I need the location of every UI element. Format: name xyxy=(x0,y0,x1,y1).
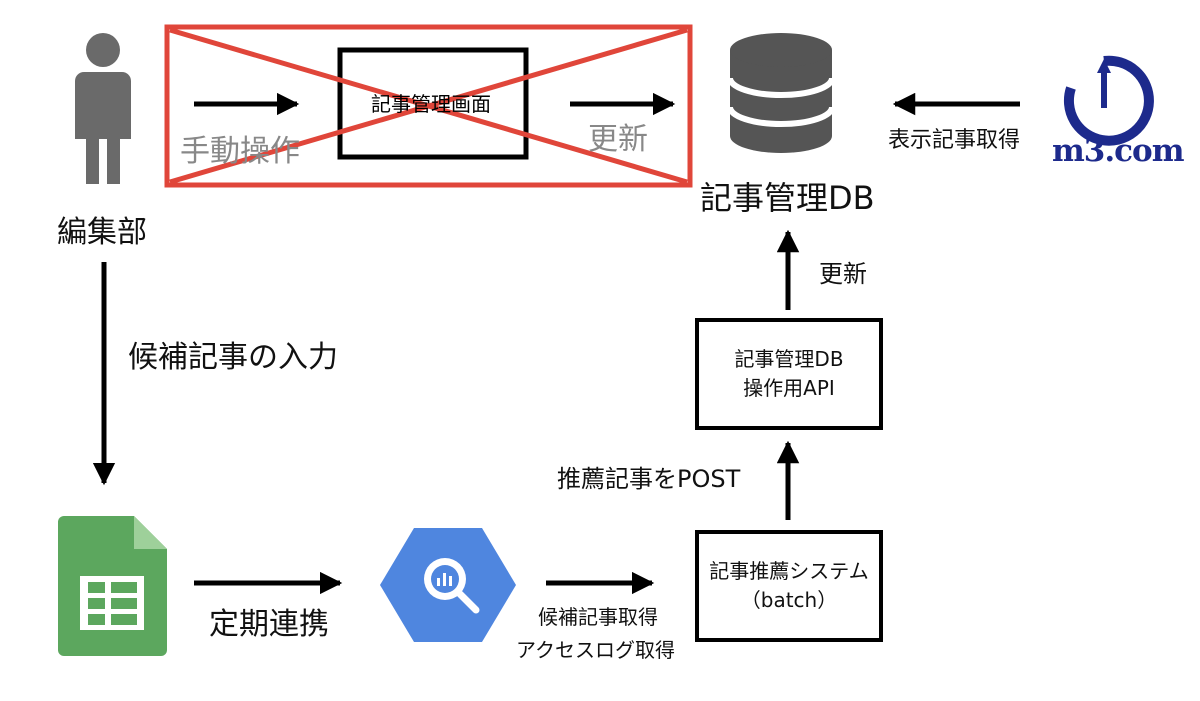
m3-logo-icon xyxy=(1064,55,1154,146)
api-update-label: 更新 xyxy=(819,260,867,288)
person-icon xyxy=(75,33,131,184)
recommender-box-line1: 記事推薦システム xyxy=(709,559,869,583)
m3-logo-text: m3.com xyxy=(1052,133,1185,169)
api-box-line2: 操作用API xyxy=(743,376,835,400)
database-icon xyxy=(727,33,835,153)
candidate-input-label: 候補記事の入力 xyxy=(128,340,338,375)
fetch-candidates-label: 候補記事取得 xyxy=(538,605,658,629)
recommender-box-line2: （batch） xyxy=(740,588,838,612)
bigquery-icon xyxy=(380,528,516,642)
api-box: 記事管理DB 操作用API xyxy=(695,318,883,430)
editor-label: 編集部 xyxy=(57,215,147,250)
recommender-box: 記事推薦システム （batch） xyxy=(695,530,883,642)
database-label: 記事管理DB xyxy=(700,179,875,217)
periodic-sync-label: 定期連携 xyxy=(209,607,329,642)
legacy-update-label: 更新 xyxy=(588,122,648,157)
manual-operation-label: 手動操作 xyxy=(180,134,300,169)
admin-screen-label: 記事管理画面 xyxy=(371,92,491,116)
fetch-access-logs-label: アクセスログ取得 xyxy=(516,638,675,662)
post-recommended-label: 推薦記事をPOST xyxy=(557,465,741,493)
sheets-icon xyxy=(58,516,167,656)
m3-fetch-label: 表示記事取得 xyxy=(888,128,1021,153)
api-box-line1: 記事管理DB xyxy=(734,347,844,371)
